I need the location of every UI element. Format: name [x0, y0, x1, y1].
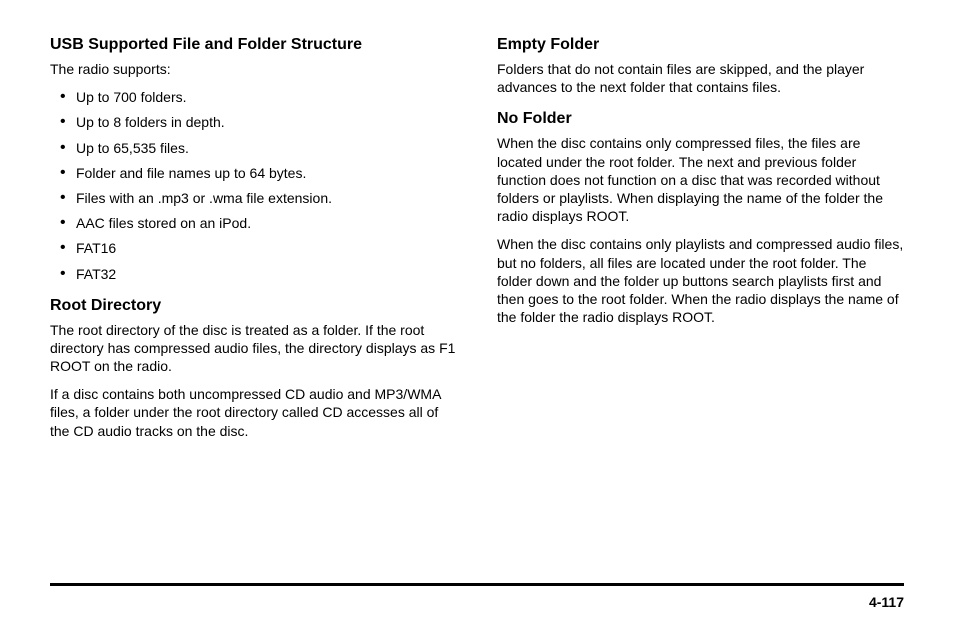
root-heading: Root Directory [50, 297, 457, 315]
content-columns: USB Supported File and Folder Structure … [50, 36, 904, 450]
list-item: Up to 700 folders. [76, 88, 457, 106]
nofolder-heading: No Folder [497, 110, 904, 128]
list-item: FAT32 [76, 265, 457, 283]
list-item: AAC files stored on an iPod. [76, 214, 457, 232]
list-item: FAT16 [76, 239, 457, 257]
left-column: USB Supported File and Folder Structure … [50, 36, 457, 450]
list-item: Up to 65,535 files. [76, 139, 457, 157]
usb-intro: The radio supports: [50, 60, 457, 78]
root-p2: If a disc contains both uncompressed CD … [50, 385, 457, 440]
empty-p1: Folders that do not contain files are sk… [497, 60, 904, 96]
right-column: Empty Folder Folders that do not contain… [497, 36, 904, 450]
list-item: Files with an .mp3 or .wma file extensio… [76, 189, 457, 207]
page-number: 4-117 [50, 594, 904, 610]
nofolder-p2: When the disc contains only playlists an… [497, 235, 904, 326]
usb-heading: USB Supported File and Folder Structure [50, 36, 457, 54]
footer-rule [50, 583, 904, 586]
page-footer: 4-117 [50, 583, 904, 610]
nofolder-p1: When the disc contains only compressed f… [497, 134, 904, 225]
list-item: Folder and file names up to 64 bytes. [76, 164, 457, 182]
usb-list: Up to 700 folders. Up to 8 folders in de… [50, 88, 457, 283]
root-p1: The root directory of the disc is treate… [50, 321, 457, 376]
list-item: Up to 8 folders in depth. [76, 113, 457, 131]
empty-heading: Empty Folder [497, 36, 904, 54]
